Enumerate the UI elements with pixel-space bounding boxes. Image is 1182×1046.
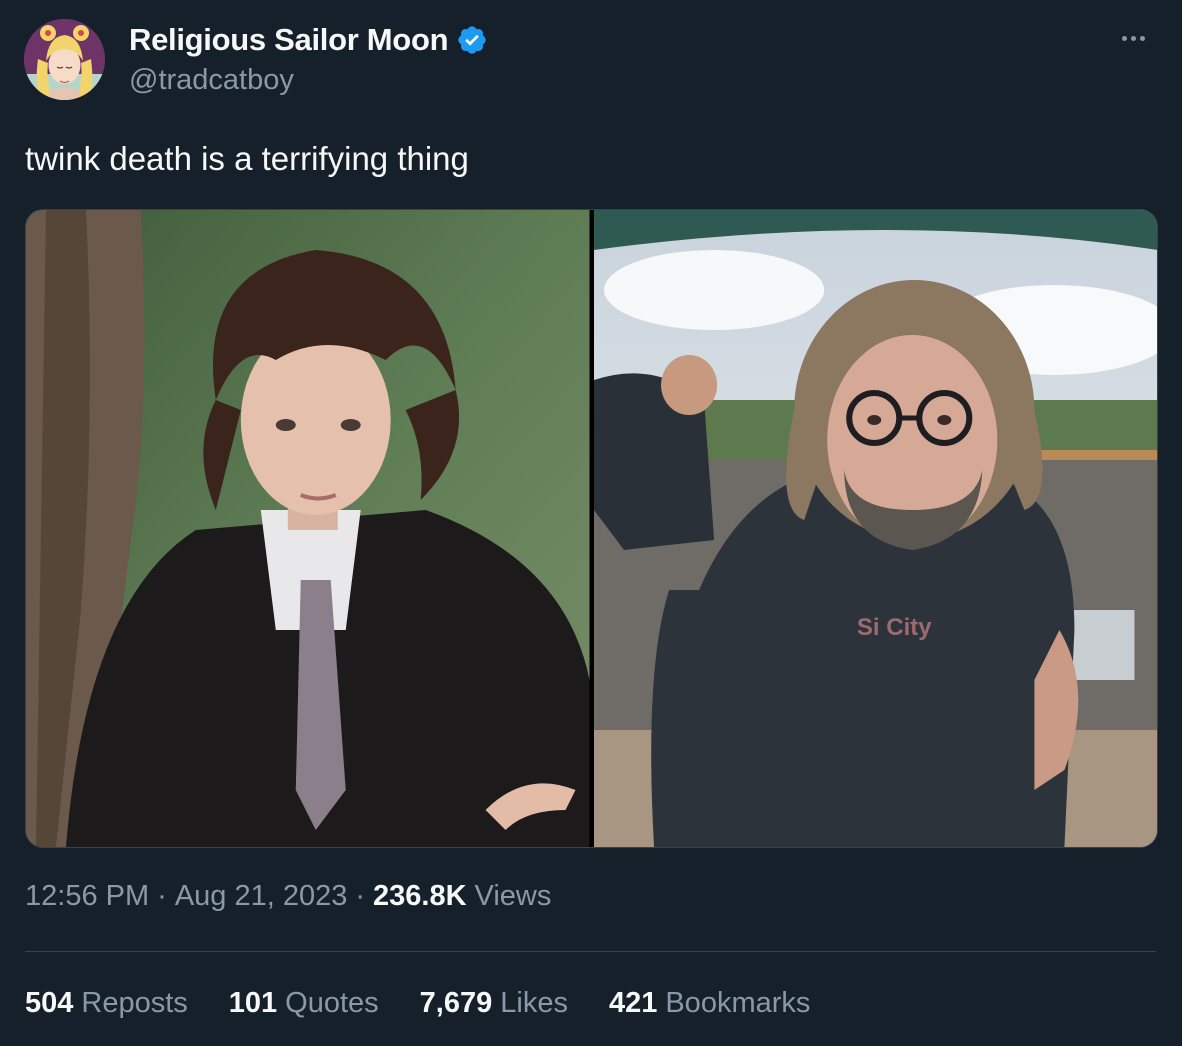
stat-likes[interactable]: 7,679 Likes: [420, 987, 568, 1020]
author-display-name[interactable]: Religious Sailor Moon: [129, 22, 449, 58]
shirt-logo: Si City: [856, 614, 931, 641]
more-dot: [1131, 35, 1136, 41]
tweet-date[interactable]: Aug 21, 2023: [175, 880, 348, 913]
stat-count: 7,679: [419, 987, 493, 1019]
verified-badge-icon: [458, 26, 486, 54]
views-count[interactable]: 236.8K: [373, 880, 467, 913]
stat-count: 101: [228, 987, 278, 1019]
more-options-icon[interactable]: [1122, 26, 1156, 50]
stat-label: Likes: [500, 987, 568, 1019]
author-handle[interactable]: @tradcatboy: [129, 64, 294, 97]
tweet-media: Si City: [25, 209, 1158, 848]
sailor-moon-avatar-icon: [24, 19, 105, 100]
more-dot: [1122, 35, 1127, 41]
author-name-row[interactable]: Religious Sailor Moon: [129, 22, 488, 58]
more-dot: [1140, 35, 1145, 41]
stat-label: Quotes: [285, 987, 379, 1019]
tweet-meta: 12:56 PM · Aug 21, 2023 · 236.8K Views: [25, 880, 551, 913]
views-label: Views: [474, 880, 552, 912]
tweet-time[interactable]: 12:56 PM: [25, 880, 149, 913]
divider: [25, 951, 1156, 952]
stat-count: 421: [608, 987, 658, 1019]
photo-young-man-in-suit[interactable]: [26, 210, 590, 847]
photo-bearded-man[interactable]: Si City: [593, 210, 1157, 847]
separator-dot: ·: [355, 880, 366, 912]
stat-quotes[interactable]: 101 Quotes: [229, 987, 379, 1020]
bearded-man-with-glasses-photo-icon: Si City: [593, 210, 1157, 847]
stat-reposts[interactable]: 504 Reposts: [25, 987, 188, 1020]
young-man-in-suit-photo-icon: [26, 210, 590, 847]
avatar[interactable]: [24, 19, 105, 100]
stat-label: Reposts: [81, 987, 188, 1019]
stat-bookmarks[interactable]: 421 Bookmarks: [609, 987, 810, 1020]
stat-label: Bookmarks: [665, 987, 811, 1019]
separator-dot: ·: [157, 880, 167, 912]
tweet-text: twink death is a terrifying thing: [25, 140, 469, 177]
stat-count: 504: [25, 987, 74, 1019]
engagement-stats: 504 Reposts 101 Quotes 7,679 Likes 421 Bookm…: [25, 987, 851, 1020]
